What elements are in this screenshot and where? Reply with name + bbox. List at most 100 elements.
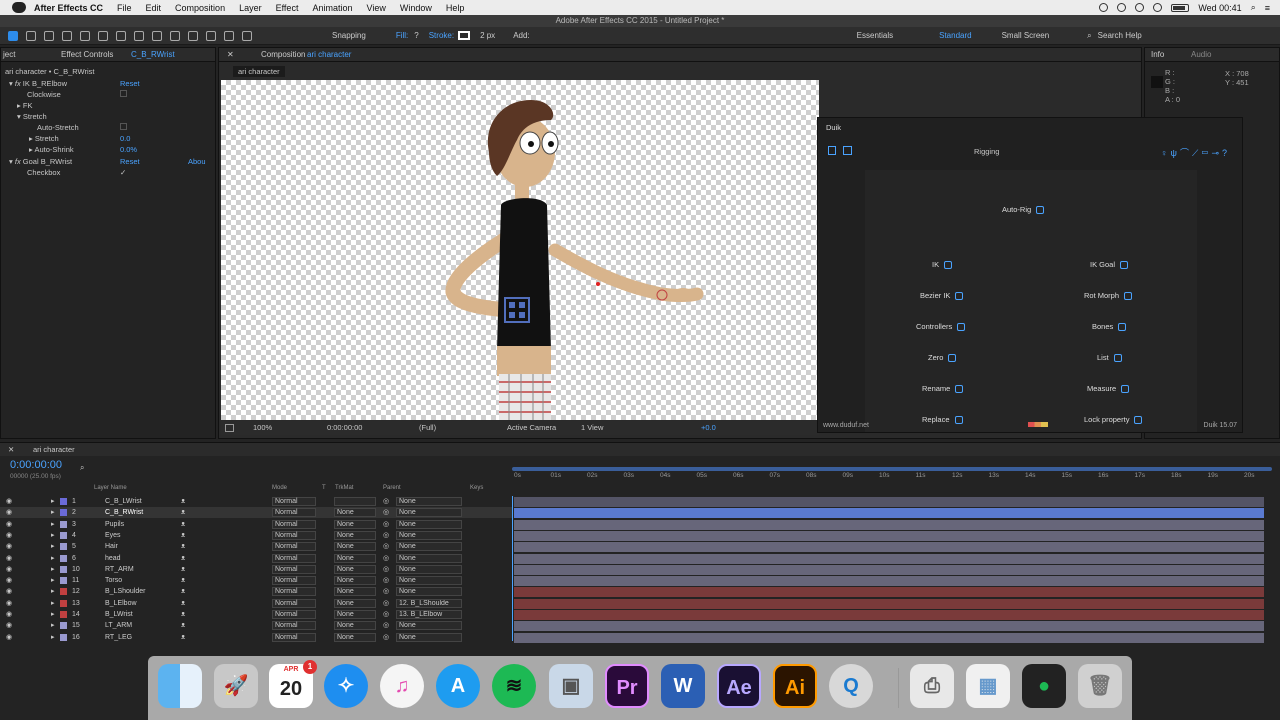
- layer-name[interactable]: B_LShoulder: [105, 586, 145, 597]
- shy-icon[interactable]: ᴥ: [181, 620, 185, 631]
- effect-row-stretch-group[interactable]: ▾ Stretch: [17, 112, 47, 121]
- work-area-bar[interactable]: [512, 467, 1272, 471]
- parent-dropdown[interactable]: 12. B_LShoulde: [396, 598, 462, 608]
- layer-duration-bar[interactable]: [514, 621, 1264, 632]
- parent-dropdown[interactable]: 13. B_LElbow: [396, 610, 462, 619]
- zero-button[interactable]: Zero: [928, 353, 957, 363]
- info-tab[interactable]: Info: [1151, 48, 1164, 62]
- menu-help[interactable]: Help: [446, 3, 465, 13]
- snapping-label[interactable]: Snapping: [332, 31, 366, 40]
- trkmat-dropdown[interactable]: None: [334, 576, 376, 586]
- layer-row[interactable]: ◉ ▸ 13 B_LElbow ᴥ Normal None ◎ 12. B_LShoulde: [0, 598, 512, 609]
- shy-icon[interactable]: ᴥ: [181, 586, 185, 597]
- duik-category-icons[interactable]: ♀ψ⌒⟋▭⊸?: [1161, 146, 1230, 159]
- mode-dropdown[interactable]: Normal: [272, 610, 316, 619]
- layer-row[interactable]: ◉ ▸ 2 C_B_RWrist ᴥ Normal None ◎ None: [0, 507, 512, 519]
- workspace-small-screen[interactable]: Small Screen: [1002, 31, 1050, 40]
- parent-pickwhip-icon[interactable]: ◎: [383, 541, 389, 552]
- parent-dropdown[interactable]: None: [396, 632, 462, 642]
- header-trkmat[interactable]: TrkMat: [335, 485, 353, 491]
- menu-clock[interactable]: Wed 00:41: [1198, 3, 1241, 13]
- spotlight-icon[interactable]: ⌕: [1251, 2, 1256, 13]
- parent-pickwhip-icon[interactable]: ◎: [383, 575, 389, 586]
- zoom-tool-icon[interactable]: [44, 30, 54, 41]
- effect-row-fk[interactable]: ▸ FK: [17, 101, 32, 110]
- expand-arrow-icon[interactable]: ▸: [51, 564, 55, 575]
- clone-stamp-tool-icon[interactable]: [188, 30, 198, 41]
- layer-name[interactable]: Torso: [105, 575, 122, 586]
- goal-about-link[interactable]: Abou: [188, 157, 206, 166]
- exposure-value[interactable]: +0.0: [701, 421, 716, 435]
- playhead[interactable]: [512, 496, 513, 641]
- trkmat-dropdown[interactable]: None: [334, 542, 376, 552]
- layer-row[interactable]: ◉ ▸ 10 RT_ARM ᴥ Normal None ◎ None: [0, 564, 512, 575]
- fill-value[interactable]: ?: [414, 31, 418, 40]
- label-color[interactable]: [60, 588, 67, 596]
- screenshot-icon[interactable]: ▦: [966, 664, 1010, 708]
- layer-name[interactable]: head: [105, 553, 121, 564]
- layer-row[interactable]: ◉ ▸ 3 Pupils ᴥ Normal None ◎ None: [0, 519, 512, 530]
- visibility-eye-icon[interactable]: ◉: [6, 507, 12, 518]
- visibility-eye-icon[interactable]: ◉: [6, 564, 12, 575]
- visibility-eye-icon[interactable]: ◉: [6, 586, 12, 597]
- shy-icon[interactable]: ᴥ: [181, 541, 185, 552]
- layer-row[interactable]: ◉ ▸ 6 head ᴥ Normal None ◎ None: [0, 553, 512, 564]
- auto-shrink-value[interactable]: 0.0%: [120, 145, 137, 154]
- effect-controls-tab[interactable]: Effect Controls: [61, 48, 113, 62]
- expand-arrow-icon[interactable]: ▸: [51, 507, 55, 518]
- current-time[interactable]: 0:00:00:00: [327, 421, 362, 435]
- parent-pickwhip-icon[interactable]: ◎: [383, 609, 389, 620]
- creative-cloud-icon[interactable]: [1117, 3, 1127, 12]
- parent-pickwhip-icon[interactable]: ◎: [383, 620, 389, 631]
- apple-menu-icon[interactable]: [12, 2, 26, 13]
- trkmat-dropdown[interactable]: None: [334, 610, 376, 619]
- parent-dropdown[interactable]: None: [396, 576, 462, 586]
- ik-button[interactable]: IK: [932, 260, 953, 270]
- trkmat-dropdown[interactable]: None: [334, 508, 376, 518]
- menu-view[interactable]: View: [366, 3, 385, 13]
- mode-dropdown[interactable]: Normal: [272, 632, 316, 642]
- label-color[interactable]: [60, 599, 67, 607]
- mode-dropdown[interactable]: Normal: [272, 598, 316, 608]
- eraser-tool-icon[interactable]: [206, 30, 216, 41]
- project-tab[interactable]: ject: [3, 48, 15, 62]
- shy-icon[interactable]: ᴥ: [181, 598, 185, 609]
- trkmat-dropdown[interactable]: None: [334, 587, 376, 597]
- menu-app-name[interactable]: After Effects CC: [34, 3, 103, 13]
- layer-name[interactable]: LT_ARM: [105, 620, 132, 631]
- visibility-eye-icon[interactable]: ◉: [6, 519, 12, 530]
- menu-effect[interactable]: Effect: [276, 3, 299, 13]
- trkmat-dropdown[interactable]: None: [334, 519, 376, 529]
- rectangle-tool-icon[interactable]: [116, 30, 126, 41]
- expand-arrow-icon[interactable]: ▸: [51, 620, 55, 631]
- app-store-icon[interactable]: A: [436, 664, 480, 708]
- layer-name[interactable]: Pupils: [105, 519, 124, 530]
- menu-window[interactable]: Window: [400, 3, 432, 13]
- parent-pickwhip-icon[interactable]: ◎: [383, 586, 389, 597]
- trkmat-dropdown[interactable]: None: [334, 632, 376, 642]
- preview-icon[interactable]: ▣: [549, 664, 593, 708]
- layer-name[interactable]: Eyes: [105, 530, 121, 541]
- layer-duration-bar[interactable]: [514, 576, 1264, 587]
- itunes-icon[interactable]: ♫: [380, 664, 424, 708]
- stroke-width[interactable]: 2 px: [480, 31, 495, 40]
- layer-duration-bar[interactable]: [514, 553, 1264, 564]
- visibility-eye-icon[interactable]: ◉: [6, 496, 12, 507]
- effect-controls-layer[interactable]: C_B_RWrist: [131, 48, 175, 62]
- layer-name[interactable]: B_LElbow: [105, 598, 137, 609]
- shy-icon[interactable]: ᴥ: [181, 530, 185, 541]
- layer-duration-bar[interactable]: [514, 530, 1264, 541]
- after-effects-icon[interactable]: Ae: [717, 664, 761, 708]
- visibility-eye-icon[interactable]: ◉: [6, 541, 12, 552]
- menu-file[interactable]: File: [117, 3, 132, 13]
- trkmat-dropdown[interactable]: None: [334, 530, 376, 540]
- fill-label[interactable]: Fill:: [396, 31, 408, 40]
- label-color[interactable]: [60, 509, 67, 517]
- composition-tab[interactable]: Composition: [261, 48, 305, 62]
- parent-dropdown[interactable]: None: [396, 530, 462, 540]
- expand-arrow-icon[interactable]: ▸: [51, 632, 55, 643]
- layer-duration-bar[interactable]: [514, 598, 1264, 609]
- parent-dropdown[interactable]: None: [396, 621, 462, 631]
- finder-icon[interactable]: [158, 664, 202, 708]
- parent-dropdown[interactable]: None: [396, 519, 462, 529]
